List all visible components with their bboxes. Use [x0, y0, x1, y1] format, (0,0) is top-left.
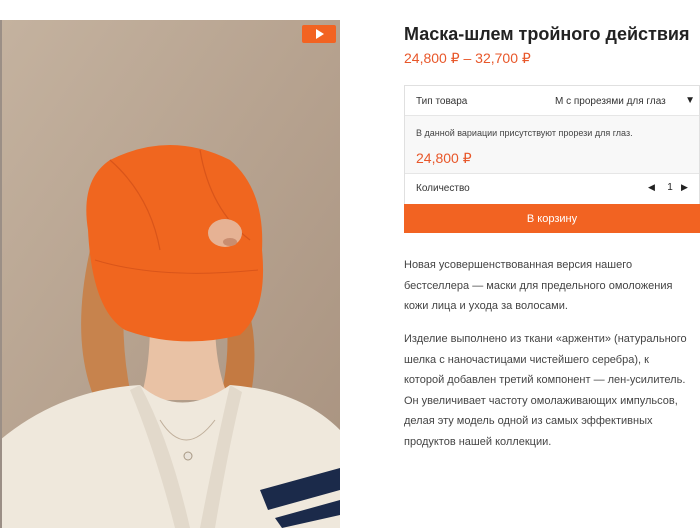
description-line: делая эту модель одной из самых эффектив… — [404, 415, 653, 427]
chevron-down-icon: ▼ — [685, 95, 695, 106]
variation-type-label: Тип товара — [416, 96, 468, 107]
quantity-increase-icon[interactable]: ▶ — [681, 182, 688, 193]
description-line: шелка с наночастицами чистейшего серебра… — [404, 353, 649, 366]
variation-description-row: В данной вариации присутствуют прорези д… — [405, 116, 699, 174]
description-line: Изделие выполнено из ткани «арженти» (на… — [404, 333, 687, 345]
product-title: Маска-шлем тройного действия — [404, 24, 690, 44]
description-line: Новая усовершенствованная версия нашего — [404, 259, 633, 271]
quantity-value[interactable]: 1 — [664, 182, 676, 193]
variation-select-value: M с прорезями для глаз — [555, 96, 666, 107]
description-line: продуктов нашей коллекции. — [404, 435, 552, 448]
quantity-label: Количество — [416, 183, 470, 194]
price-range: 24,800 ₽ – 32,700 ₽ — [404, 50, 531, 66]
quantity-row: Количество ◀ 1 ▶ — [405, 174, 699, 202]
description-paragraph-1: Новая усовершенствованная версия нашего … — [404, 255, 700, 317]
description-paragraph-2: Изделие выполнено из ткани «арженти» (на… — [404, 329, 700, 452]
image-border — [0, 20, 2, 528]
variation-type-row: Тип товара M с прорезями для глаз ▼ — [405, 86, 699, 116]
description-line: которой добавлен третий компонент — лен-… — [404, 374, 686, 386]
variation-select[interactable]: M с прорезями для глаз ▼ — [555, 86, 699, 116]
quantity-decrease-icon[interactable]: ◀ — [648, 182, 655, 193]
product-photo-illustration — [0, 20, 340, 528]
variation-price: 24,800 ₽ — [416, 150, 472, 166]
add-to-cart-button[interactable]: В корзину — [404, 204, 700, 233]
description-line: кожи лица и ухода за волосами. — [404, 300, 568, 312]
play-icon — [316, 29, 324, 39]
description-line: бестселлера — маски для предельного омол… — [404, 279, 673, 292]
product-image[interactable] — [0, 20, 340, 528]
variation-description: В данной вариации присутствуют прорези д… — [416, 128, 633, 138]
description-line: Он увеличивает частоту омолаживающих имп… — [404, 394, 678, 407]
video-play-button[interactable] — [302, 25, 336, 43]
